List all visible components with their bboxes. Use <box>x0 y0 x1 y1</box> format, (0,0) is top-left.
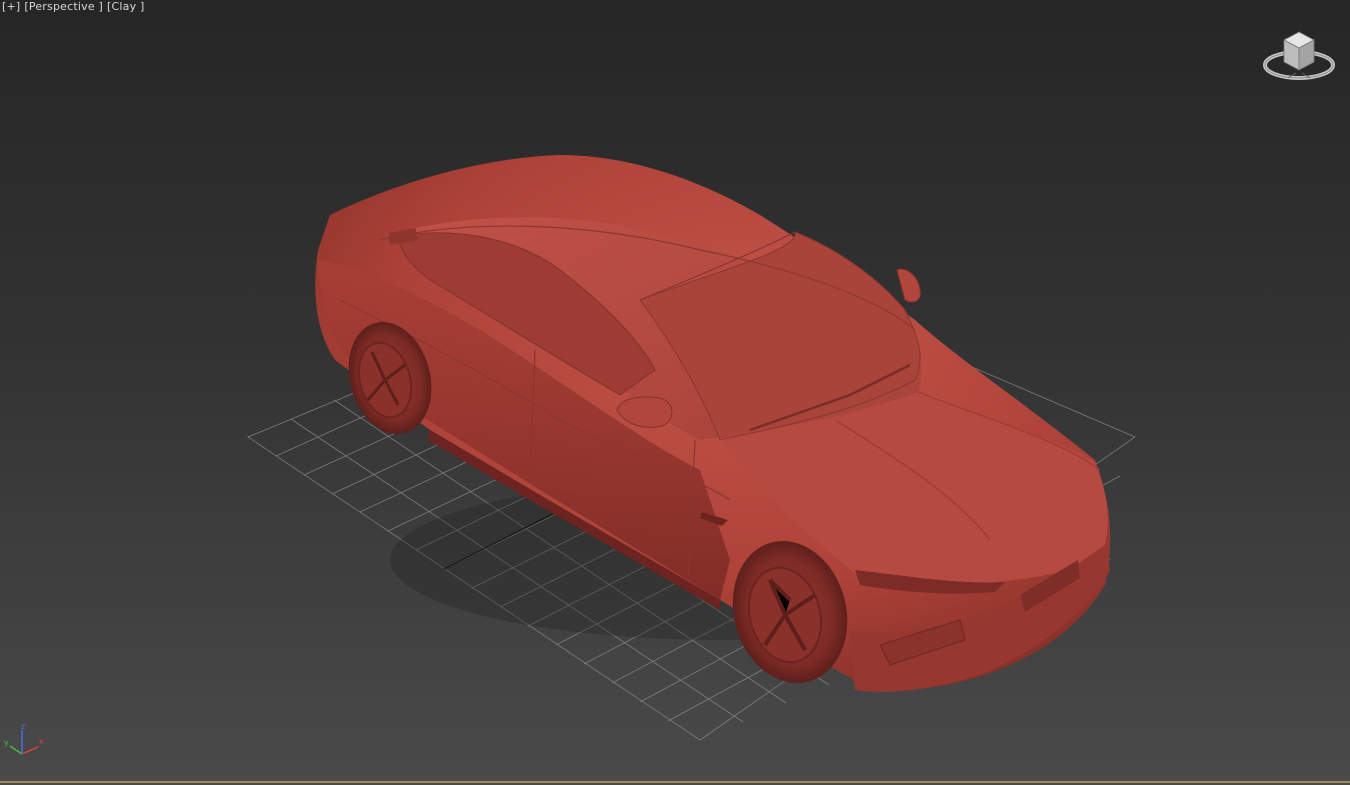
perspective-viewport[interactable]: [+] [Perspective ] [Clay ] x y z <box>0 0 1350 785</box>
viewport-active-border <box>0 781 1350 783</box>
axis-y-label: y <box>4 738 9 747</box>
scene <box>9 31 1335 755</box>
axis-z-label: z <box>21 722 26 731</box>
axis-x-label: x <box>39 737 44 746</box>
viewcube-icon[interactable] <box>1263 31 1335 80</box>
car-model[interactable] <box>315 155 1111 696</box>
axis-tripod <box>9 730 39 755</box>
